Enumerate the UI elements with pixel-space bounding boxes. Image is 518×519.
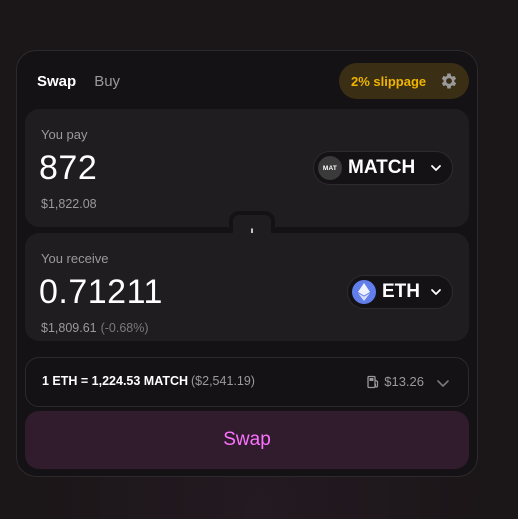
- pay-token-selector[interactable]: MAT MATCH: [313, 151, 453, 185]
- gas-pump-icon: [367, 375, 379, 388]
- price-impact: (-0.68%): [100, 321, 149, 335]
- match-token-logo: MAT: [318, 156, 342, 180]
- tab-bar: Swap Buy: [37, 73, 120, 90]
- eth-token-logo: [352, 280, 376, 304]
- gear-icon: [441, 73, 457, 89]
- rate-details-toggle[interactable]: 1 ETH = 1,224.53 MATCH ($2,541.19) $13.26: [25, 357, 469, 407]
- exchange-rate-fiat: ($2,541.19): [191, 374, 255, 388]
- pay-amount-input[interactable]: 872: [39, 149, 97, 188]
- receive-token-selector[interactable]: ETH: [347, 275, 453, 309]
- pay-fiat-value: $1,822.08: [41, 197, 97, 211]
- swap-card: Swap Buy 2% slippage You pay 872 $1,822.…: [16, 50, 478, 477]
- page-background: Swap Buy 2% slippage You pay 872 $1,822.…: [0, 0, 518, 519]
- chevron-down-icon: [431, 289, 441, 295]
- pay-token-symbol: MATCH: [348, 157, 416, 178]
- pay-panel: You pay 872 $1,822.08 MAT MATCH: [25, 109, 469, 227]
- receive-amount-input[interactable]: 0.71211: [39, 273, 163, 312]
- tab-swap[interactable]: Swap: [37, 73, 76, 90]
- tab-buy[interactable]: Buy: [94, 73, 120, 90]
- swap-button[interactable]: Swap: [25, 411, 469, 469]
- exchange-rate-value: 1 ETH = 1,224.53 MATCH: [42, 374, 189, 388]
- receive-fiat-value: $1,809.61 (-0.68%): [41, 321, 149, 335]
- receive-label: You receive: [41, 251, 109, 266]
- network-fee-value: $13.26: [384, 374, 424, 389]
- slippage-settings-button[interactable]: 2% slippage: [339, 63, 469, 99]
- chevron-down-icon: [437, 380, 449, 387]
- pay-label: You pay: [41, 127, 88, 142]
- receive-fiat-amount: $1,809.61: [41, 321, 97, 335]
- chevron-down-icon: [431, 165, 441, 171]
- receive-panel: You receive 0.71211 $1,809.61 (-0.68%) ET…: [25, 233, 469, 341]
- slippage-label: 2% slippage: [351, 73, 427, 89]
- network-fee: $13.26: [366, 374, 424, 389]
- exchange-rate: 1 ETH = 1,224.53 MATCH ($2,541.19): [42, 374, 255, 388]
- receive-token-symbol: ETH: [382, 281, 420, 302]
